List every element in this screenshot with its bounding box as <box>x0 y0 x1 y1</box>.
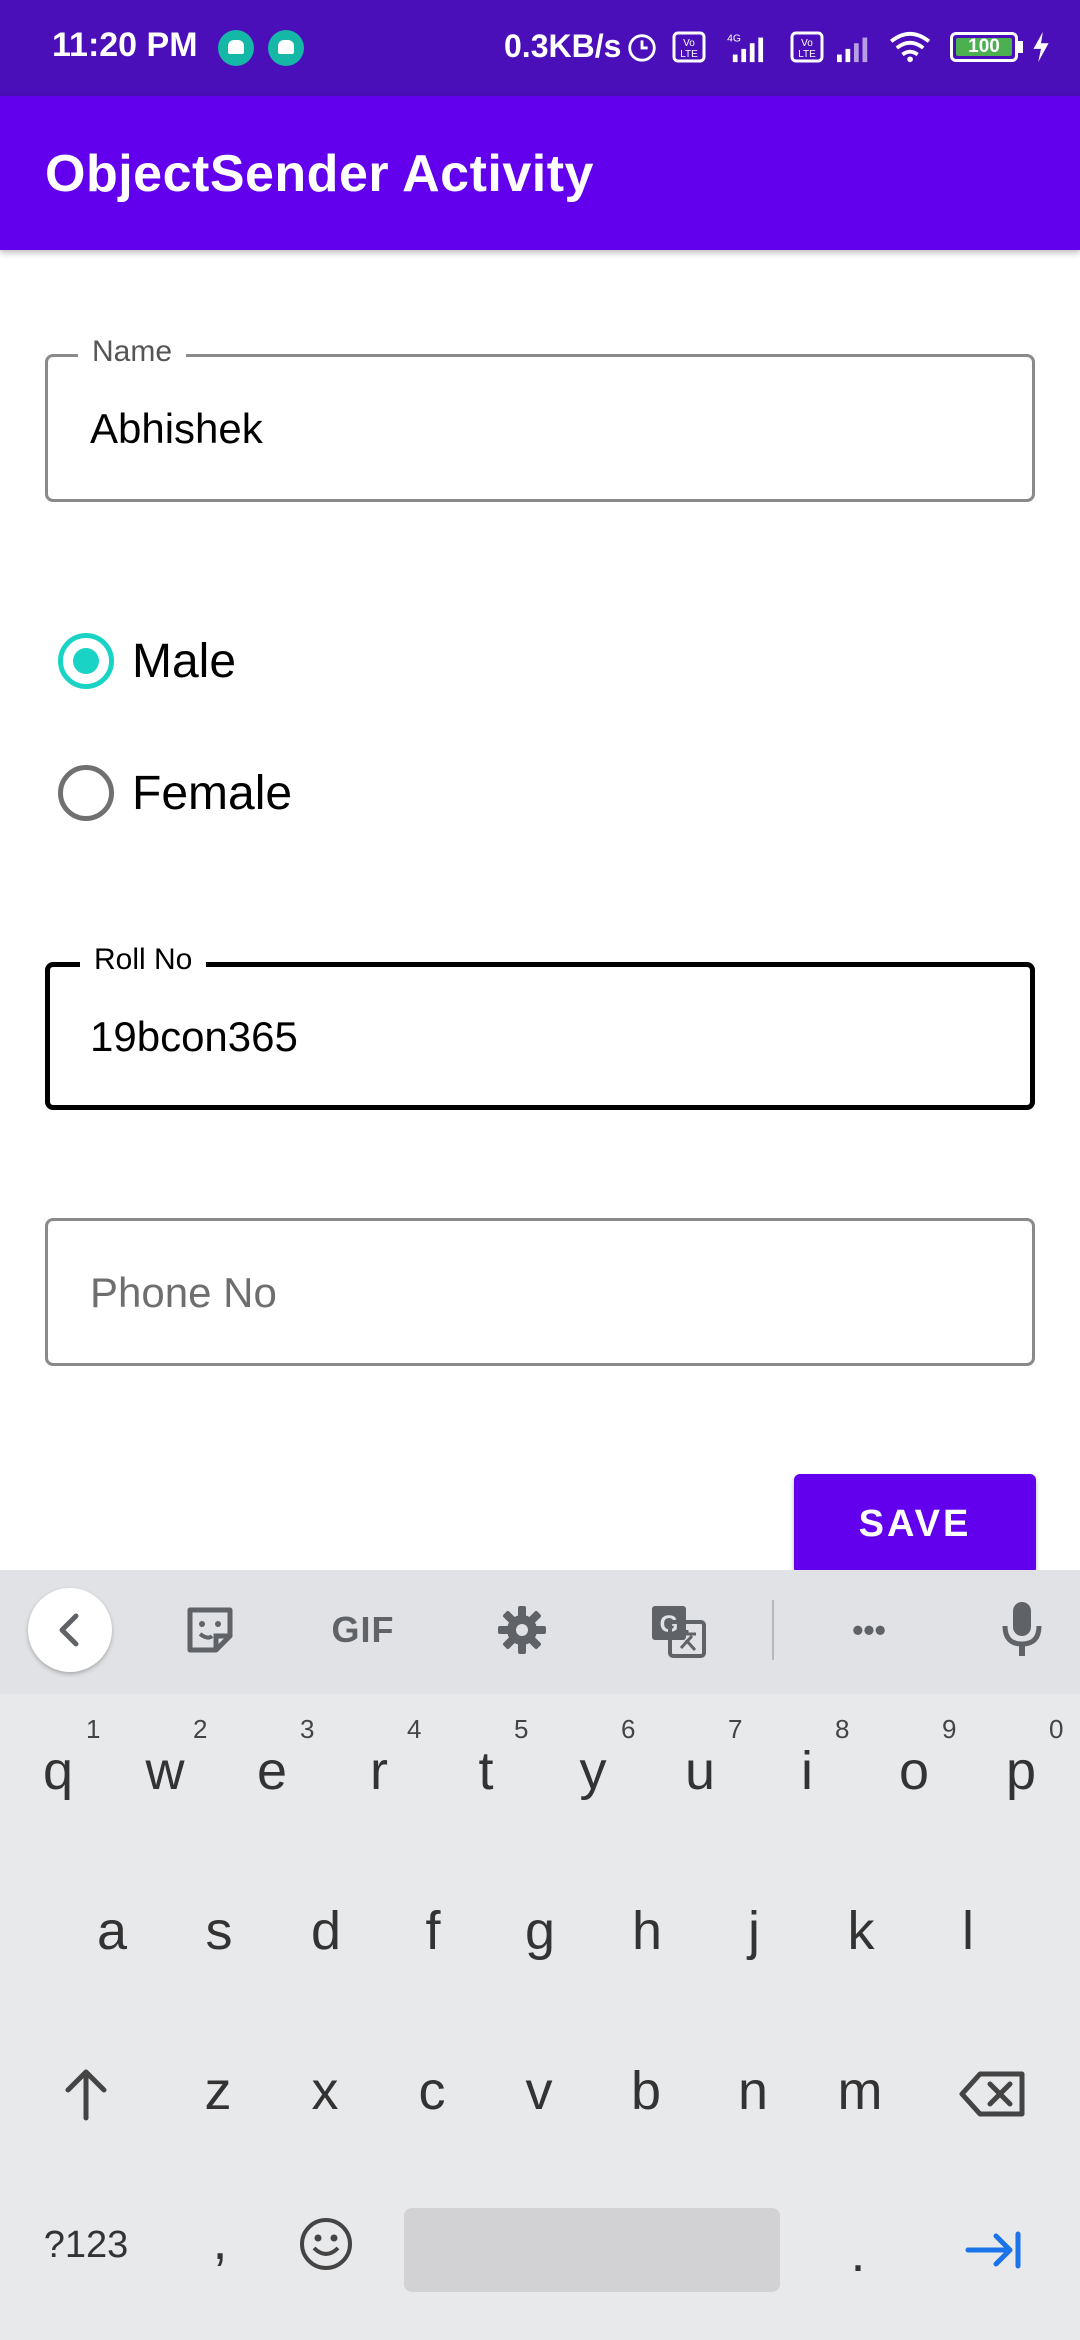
key-q[interactable]: q <box>8 1740 108 1802</box>
alarm-icon <box>628 34 656 62</box>
svg-text:4G: 4G <box>727 33 741 44</box>
key-hint-0: 0 <box>1049 1714 1064 1744</box>
key-hint-8: 8 <box>835 1714 850 1744</box>
wifi-icon <box>889 31 931 63</box>
key-a[interactable]: a <box>62 1900 162 1962</box>
emoji-icon <box>300 2218 352 2270</box>
key-m[interactable]: m <box>810 2060 910 2122</box>
more-options-button[interactable]: ••• <box>834 1590 904 1670</box>
key-t[interactable]: t <box>436 1740 536 1802</box>
radio-female[interactable] <box>58 765 114 821</box>
save-button[interactable]: SAVE <box>794 1474 1036 1574</box>
android-icon <box>268 30 304 66</box>
chevron-left-icon <box>59 1613 79 1647</box>
period-key[interactable]: . <box>808 2222 908 2284</box>
key-f[interactable]: f <box>383 1900 483 1962</box>
toolbar-divider <box>772 1600 774 1660</box>
shift-arrow-icon <box>65 2069 107 2121</box>
radio-male-label[interactable]: Male <box>132 634 236 689</box>
key-hint-7: 7 <box>728 1714 743 1744</box>
key-hint-4: 4 <box>407 1714 422 1744</box>
status-time: 11:20 PM <box>52 26 198 64</box>
sticker-button[interactable] <box>176 1590 244 1670</box>
volte-icon: Vo LTE <box>672 31 706 63</box>
battery-level: 100 <box>968 36 1000 57</box>
key-hint-3: 3 <box>300 1714 315 1744</box>
comma-key[interactable]: , <box>170 2210 270 2272</box>
svg-text:Vo: Vo <box>801 38 813 49</box>
signal-icon <box>837 37 868 63</box>
key-o[interactable]: o <box>864 1740 964 1802</box>
key-hint-5: 5 <box>514 1714 529 1744</box>
translate-button[interactable]: G <box>642 1590 714 1670</box>
settings-button[interactable] <box>488 1590 556 1670</box>
svg-text:Vo: Vo <box>683 38 695 49</box>
backspace-key[interactable] <box>944 2066 1044 2136</box>
key-hint-9: 9 <box>942 1714 957 1744</box>
key-hint-1: 1 <box>86 1714 101 1744</box>
app-bar: ObjectSender Activity <box>0 96 1080 250</box>
key-hint-6: 6 <box>621 1714 636 1744</box>
key-g[interactable]: g <box>490 1900 590 1962</box>
space-key[interactable] <box>404 2208 780 2292</box>
key-h[interactable]: h <box>597 1900 697 1962</box>
key-v[interactable]: v <box>489 2060 589 2122</box>
key-l[interactable]: l <box>918 1900 1018 1962</box>
key-e[interactable]: e <box>222 1740 322 1802</box>
key-z[interactable]: z <box>168 2060 268 2122</box>
android-icon <box>218 30 254 66</box>
key-w[interactable]: w <box>115 1740 215 1802</box>
key-k[interactable]: k <box>811 1900 911 1962</box>
name-label: Name <box>78 335 187 369</box>
next-key[interactable] <box>944 2218 1044 2298</box>
svg-text:LTE: LTE <box>680 49 698 60</box>
gif-button[interactable]: GIF <box>318 1590 408 1670</box>
phone-field[interactable]: Phone No <box>45 1218 1035 1366</box>
radio-male[interactable] <box>58 633 114 689</box>
shift-key[interactable] <box>36 2062 136 2132</box>
keyboard-back-button[interactable] <box>28 1588 112 1672</box>
key-hint-2: 2 <box>193 1714 208 1744</box>
key-d[interactable]: d <box>276 1900 376 1962</box>
name-value: Abhishek <box>90 405 263 452</box>
status-bar: 11:20 PM 0.3KB/s Vo LTE 4G Vo LTE 100 <box>0 0 1080 96</box>
key-y[interactable]: y <box>543 1740 643 1802</box>
key-x[interactable]: x <box>275 2060 375 2122</box>
key-s[interactable]: s <box>169 1900 269 1962</box>
voice-input-button[interactable] <box>992 1590 1052 1670</box>
network-speed: 0.3KB/s <box>504 28 622 64</box>
key-j[interactable]: j <box>704 1900 804 1962</box>
gear-icon <box>498 1606 546 1654</box>
roll-no-field[interactable]: Roll No 19bcon365 <box>45 943 1035 1110</box>
sticker-icon <box>187 1607 233 1653</box>
key-u[interactable]: u <box>650 1740 750 1802</box>
roll-no-value: 19bcon365 <box>90 1013 298 1060</box>
key-n[interactable]: n <box>703 2060 803 2122</box>
name-field[interactable]: Name Abhishek <box>45 335 1035 502</box>
phone-placeholder: Phone No <box>90 1269 277 1316</box>
roll-no-label: Roll No <box>80 943 207 977</box>
key-b[interactable]: b <box>596 2060 696 2122</box>
key-i[interactable]: i <box>757 1740 857 1802</box>
battery-icon: 100 <box>950 32 1018 62</box>
radio-female-label[interactable]: Female <box>132 766 292 821</box>
translate-icon: G <box>652 1606 706 1658</box>
signal-icon: 4G <box>727 33 764 63</box>
svg-text:LTE: LTE <box>798 49 816 60</box>
tab-next-icon <box>965 2231 1021 2269</box>
page-title: ObjectSender Activity <box>45 145 594 203</box>
volte-icon: Vo LTE <box>790 31 824 63</box>
key-c[interactable]: c <box>382 2060 482 2122</box>
symbols-key[interactable]: ?123 <box>36 2224 136 2267</box>
key-p[interactable]: p <box>971 1740 1071 1802</box>
key-r[interactable]: r <box>329 1740 429 1802</box>
charging-icon <box>1033 31 1049 63</box>
backspace-icon <box>959 2071 1025 2117</box>
microphone-icon <box>1002 1602 1042 1656</box>
emoji-key[interactable] <box>276 2214 376 2298</box>
